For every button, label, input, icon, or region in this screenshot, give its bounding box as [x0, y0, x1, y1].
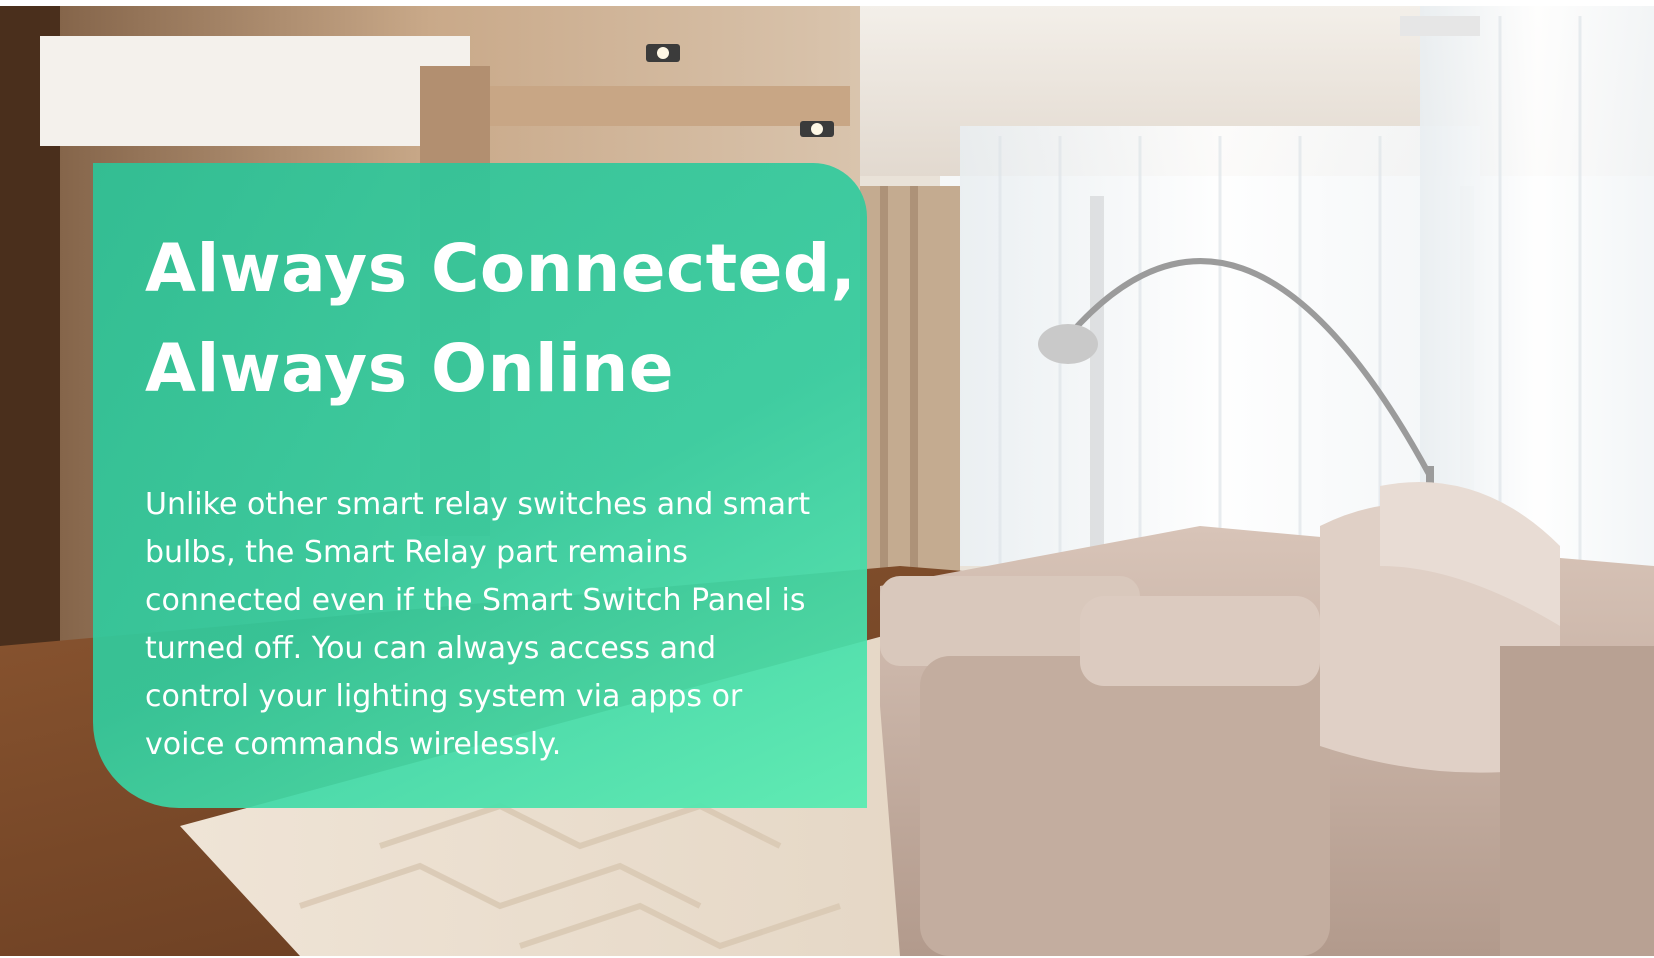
body-text: Unlike other smart relay switches and sm… [145, 487, 811, 762]
headline-line-1: Always Connected, [145, 230, 857, 307]
headline-line-2: Always Online [145, 330, 675, 407]
headline: Always Connected, Always Online [145, 219, 856, 419]
info-card: Always Connected, Always Online Unlike o… [93, 163, 867, 808]
